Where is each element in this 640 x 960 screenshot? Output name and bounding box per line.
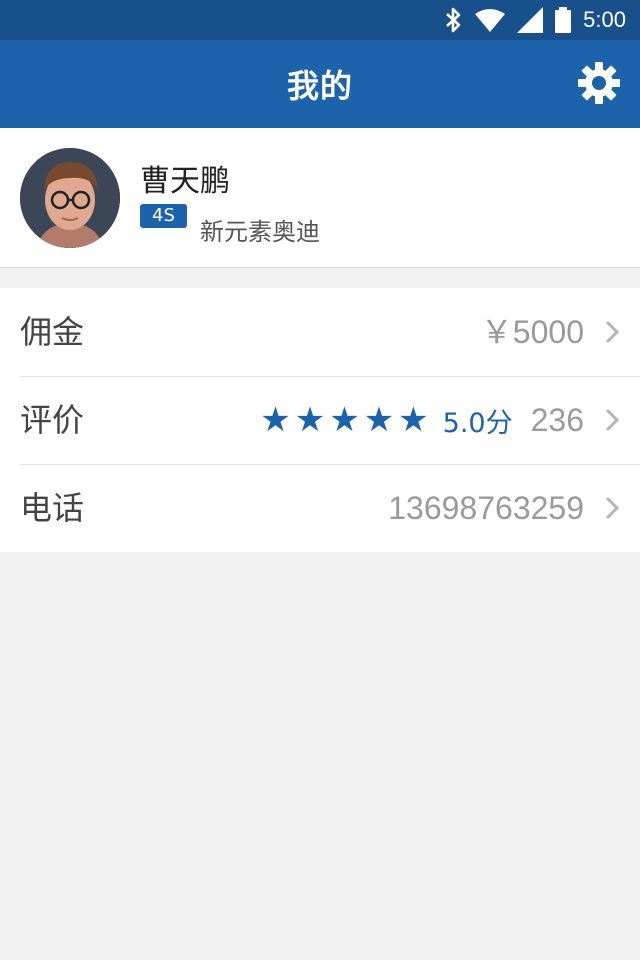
rating-stars: ★ ★ ★ ★ ★ (260, 403, 428, 437)
chevron-right-icon (605, 320, 620, 344)
star-icon: ★ (329, 400, 360, 440)
status-time: 5:00 (583, 7, 626, 32)
avatar-image (20, 148, 120, 248)
phone-row[interactable]: 电话 13698763259 (0, 464, 640, 552)
info-list: 佣金 ￥5000 评价 ★ ★ ★ ★ ★ 5.0分 236 电话 136987… (0, 288, 640, 552)
star-icon: ★ (260, 400, 291, 440)
rating-row[interactable]: 评价 ★ ★ ★ ★ ★ 5.0分 236 (0, 376, 640, 464)
gear-icon[interactable] (578, 62, 620, 104)
rating-label: 评价 (20, 401, 85, 439)
chevron-right-icon (605, 496, 620, 520)
battery-icon (555, 7, 572, 33)
phone-label: 电话 (20, 489, 85, 527)
signal-icon (517, 7, 544, 33)
profile-card[interactable]: 曹天鹏 4S 新元素奥迪 (0, 128, 640, 268)
app-header: 我的 (0, 40, 640, 128)
star-icon: ★ (363, 400, 395, 440)
organization-name: 新元素奥迪 (200, 218, 320, 246)
status-bar: 5:00 (0, 0, 640, 40)
rating-score: 5.0分 (442, 407, 513, 439)
star-icon: ★ (294, 400, 326, 440)
phone-value: 13698763259 (388, 490, 584, 526)
star-icon: ★ (398, 400, 429, 440)
commission-row[interactable]: 佣金 ￥5000 (0, 288, 640, 376)
rating-summary: ★ ★ ★ ★ ★ 5.0分 236 (260, 376, 584, 464)
bluetooth-icon (446, 7, 461, 33)
commission-value: ￥5000 (480, 314, 584, 350)
rating-count: 236 (530, 401, 584, 438)
dealer-type-badge: 4S (140, 204, 187, 228)
avatar[interactable] (20, 148, 120, 248)
user-name: 曹天鹏 (140, 164, 230, 199)
page-title: 我的 (286, 67, 353, 105)
chevron-right-icon (605, 408, 620, 432)
wifi-icon (475, 9, 506, 32)
commission-label: 佣金 (20, 313, 85, 351)
